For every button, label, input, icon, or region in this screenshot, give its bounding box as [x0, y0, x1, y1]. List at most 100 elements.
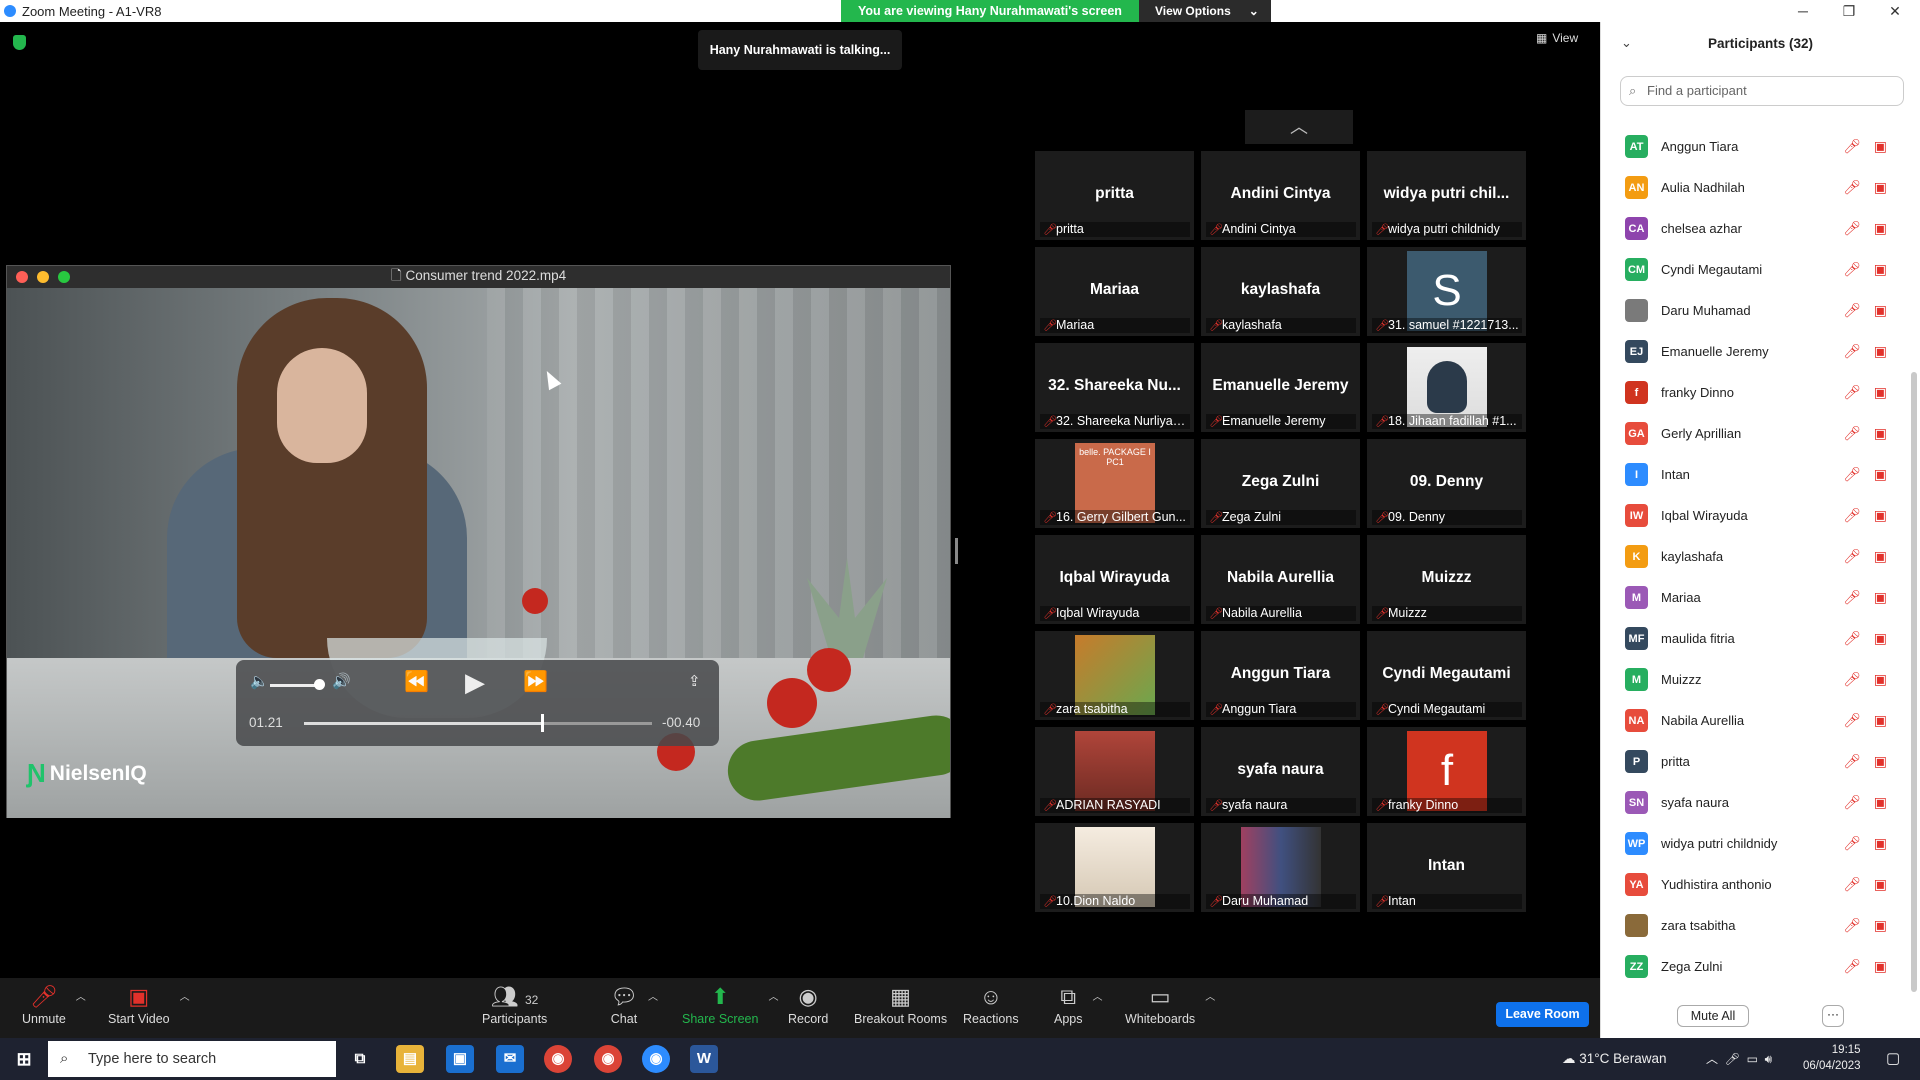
participant-row[interactable]: EJ Emanuelle Jeremy 🎤︎ ▣: [1601, 331, 1911, 372]
zoom-taskbar-icon[interactable]: ◉: [642, 1045, 670, 1073]
video-off-icon[interactable]: ▣: [1874, 712, 1887, 729]
task-view-icon[interactable]: ⧉: [346, 1045, 374, 1073]
participant-row[interactable]: M Muizzz 🎤︎ ▣: [1601, 659, 1911, 700]
file-explorer-icon[interactable]: ▤: [396, 1045, 424, 1073]
chrome-profile-icon[interactable]: ◉: [594, 1045, 622, 1073]
volume-low-icon[interactable]: 🔈: [250, 672, 269, 690]
video-off-icon[interactable]: ▣: [1874, 220, 1887, 237]
split-divider[interactable]: [955, 538, 958, 564]
participant-tile[interactable]: Intan 🎤︎ Intan: [1367, 823, 1526, 912]
video-off-icon[interactable]: ▣: [1874, 794, 1887, 811]
participant-row[interactable]: AN Aulia Nadhilah 🎤︎ ▣: [1601, 167, 1911, 208]
participant-tile[interactable]: 🎤︎ zara tsabitha: [1035, 631, 1194, 720]
fast-forward-button[interactable]: ⏩: [523, 669, 548, 694]
share-icon[interactable]: ⇪: [688, 672, 701, 690]
mic-muted-icon[interactable]: 🎤︎: [1843, 343, 1861, 360]
video-off-icon[interactable]: ▣: [1874, 548, 1887, 565]
seek-handle[interactable]: [540, 714, 544, 732]
video-off-icon[interactable]: ▣: [1874, 343, 1887, 360]
participant-tile[interactable]: belle. PACKAGE I PC1 🎤︎ 16. Gerry Gilbert …: [1035, 439, 1194, 528]
participant-row[interactable]: YA Yudhistira anthonio 🎤︎ ▣: [1601, 864, 1911, 905]
find-participant-input[interactable]: ⌕ Find a participant: [1620, 76, 1904, 106]
gallery-scroll-up-button[interactable]: ︿: [1245, 110, 1353, 144]
system-clock[interactable]: 19:15 06/04/2023: [1803, 1042, 1861, 1074]
video-off-icon[interactable]: ▣: [1874, 876, 1887, 893]
minimize-button[interactable]: ─: [1780, 0, 1826, 22]
whiteboards-button[interactable]: ▭ Whiteboards ︿: [1125, 984, 1215, 1026]
participant-row[interactable]: AT Anggun Tiara 🎤︎ ▣: [1601, 126, 1911, 167]
participant-tile[interactable]: 🎤︎ Daru Muhamad: [1201, 823, 1360, 912]
view-button[interactable]: ▦ View: [1536, 31, 1578, 45]
view-options-button[interactable]: View Options ⌄: [1138, 0, 1271, 22]
record-button[interactable]: ◉ Record: [788, 984, 828, 1026]
participant-row[interactable]: MF maulida fitria 🎤︎ ▣: [1601, 618, 1911, 659]
participant-tile[interactable]: Andini Cintya 🎤︎ Andini Cintya: [1201, 151, 1360, 240]
participant-row[interactable]: Daru Muhamad 🎤︎ ▣: [1601, 290, 1911, 331]
participant-tile[interactable]: S 🎤︎ 31. samuel #1221713...: [1367, 247, 1526, 336]
participant-tile[interactable]: Mariaa 🎤︎ Mariaa: [1035, 247, 1194, 336]
security-shield-icon[interactable]: [13, 35, 26, 50]
participant-tile[interactable]: kaylashafa 🎤︎ kaylashafa: [1201, 247, 1360, 336]
video-off-icon[interactable]: ▣: [1874, 958, 1887, 975]
breakout-rooms-button[interactable]: ▦ Breakout Rooms: [854, 984, 947, 1026]
participant-row[interactable]: CM Cyndi Megautami 🎤︎ ▣: [1601, 249, 1911, 290]
video-off-icon[interactable]: ▣: [1874, 425, 1887, 442]
video-off-icon[interactable]: ▣: [1874, 753, 1887, 770]
share-screen-button[interactable]: ⬆ Share Screen ︿: [682, 984, 778, 1026]
mic-muted-icon[interactable]: 🎤︎: [1843, 671, 1861, 688]
mic-muted-icon[interactable]: 🎤︎: [1843, 630, 1861, 647]
participant-row[interactable]: f franky Dinno 🎤︎ ▣: [1601, 372, 1911, 413]
more-options-button[interactable]: ···: [1822, 1005, 1844, 1027]
system-tray-icons[interactable]: ︿ 🎤︎ ▭ 🔊︎: [1706, 1038, 1772, 1080]
participant-row[interactable]: NA Nabila Aurellia 🎤︎ ▣: [1601, 700, 1911, 741]
leave-room-button[interactable]: Leave Room: [1496, 1002, 1589, 1027]
chat-button[interactable]: 💬︎ Chat ︿: [610, 984, 658, 1026]
apps-button[interactable]: ⧉ Apps ︿: [1054, 984, 1103, 1026]
video-off-icon[interactable]: ▣: [1874, 835, 1887, 852]
word-icon[interactable]: W: [690, 1045, 718, 1073]
participant-tile[interactable]: 09. Denny 🎤︎ 09. Denny: [1367, 439, 1526, 528]
reactions-button[interactable]: ☺ Reactions: [963, 984, 1019, 1026]
mic-muted-icon[interactable]: 🎤︎: [1843, 302, 1861, 319]
taskbar-search-input[interactable]: ⌕ Type here to search: [48, 1041, 336, 1077]
participant-tile[interactable]: Cyndi Megautami 🎤︎ Cyndi Megautami: [1367, 631, 1526, 720]
participant-list-scrollbar[interactable]: [1911, 372, 1917, 992]
video-off-icon[interactable]: ▣: [1874, 589, 1887, 606]
store-icon[interactable]: ▣: [446, 1045, 474, 1073]
mail-icon[interactable]: ✉: [496, 1045, 524, 1073]
mic-muted-icon[interactable]: 🎤︎: [1843, 425, 1861, 442]
mic-muted-icon[interactable]: 🎤︎: [1843, 138, 1861, 155]
participant-tile[interactable]: 🎤︎ 10.Dion Naldo: [1035, 823, 1194, 912]
maximize-button[interactable]: ❐: [1826, 0, 1872, 22]
mic-muted-icon[interactable]: 🎤︎: [1843, 384, 1861, 401]
participant-tile[interactable]: pritta 🎤︎ pritta: [1035, 151, 1194, 240]
mic-muted-icon[interactable]: 🎤︎: [1843, 548, 1861, 565]
participant-row[interactable]: zara tsabitha 🎤︎ ▣: [1601, 905, 1911, 946]
video-off-icon[interactable]: ▣: [1874, 630, 1887, 647]
participant-tile[interactable]: Nabila Aurellia 🎤︎ Nabila Aurellia: [1201, 535, 1360, 624]
close-button[interactable]: ✕: [1872, 0, 1918, 22]
participant-row[interactable]: WP widya putri childnidy 🎤︎ ▣: [1601, 823, 1911, 864]
volume-slider[interactable]: [270, 684, 316, 687]
mic-muted-icon[interactable]: 🎤︎: [1843, 220, 1861, 237]
mic-muted-icon[interactable]: 🎤︎: [1843, 466, 1861, 483]
participant-tile[interactable]: Iqbal Wirayuda 🎤︎ Iqbal Wirayuda: [1035, 535, 1194, 624]
mic-muted-icon[interactable]: 🎤︎: [1843, 835, 1861, 852]
participant-tile[interactable]: 32. Shareeka Nu... 🎤︎ 32. Shareeka Nurliya…: [1035, 343, 1194, 432]
unmute-button[interactable]: 🎤︎ Unmute ︿: [22, 984, 86, 1026]
chrome-icon[interactable]: ◉: [544, 1045, 572, 1073]
participant-row[interactable]: Kkaylashafa 🎤︎ ▣: [1601, 536, 1911, 577]
start-video-button[interactable]: ▣ Start Video ︿: [108, 984, 190, 1026]
participant-tile[interactable]: Muizzz 🎤︎ Muizzz: [1367, 535, 1526, 624]
weather-widget[interactable]: ☁ 31°C Berawan: [1562, 1038, 1666, 1080]
mic-muted-icon[interactable]: 🎤︎: [1843, 507, 1861, 524]
mute-all-button[interactable]: Mute All: [1677, 1005, 1749, 1027]
participant-tile[interactable]: Emanuelle Jeremy 🎤︎ Emanuelle Jeremy: [1201, 343, 1360, 432]
participant-tile[interactable]: f 🎤︎ franky Dinno: [1367, 727, 1526, 816]
participant-row[interactable]: GA Gerly Aprillian 🎤︎ ▣: [1601, 413, 1911, 454]
mic-muted-icon[interactable]: 🎤︎: [1843, 958, 1861, 975]
participant-row[interactable]: Ppritta 🎤︎ ▣: [1601, 741, 1911, 782]
video-off-icon[interactable]: ▣: [1874, 466, 1887, 483]
participant-tile[interactable]: 🎤︎ ADRIAN RASYADI: [1035, 727, 1194, 816]
play-button[interactable]: ▶: [465, 667, 485, 698]
